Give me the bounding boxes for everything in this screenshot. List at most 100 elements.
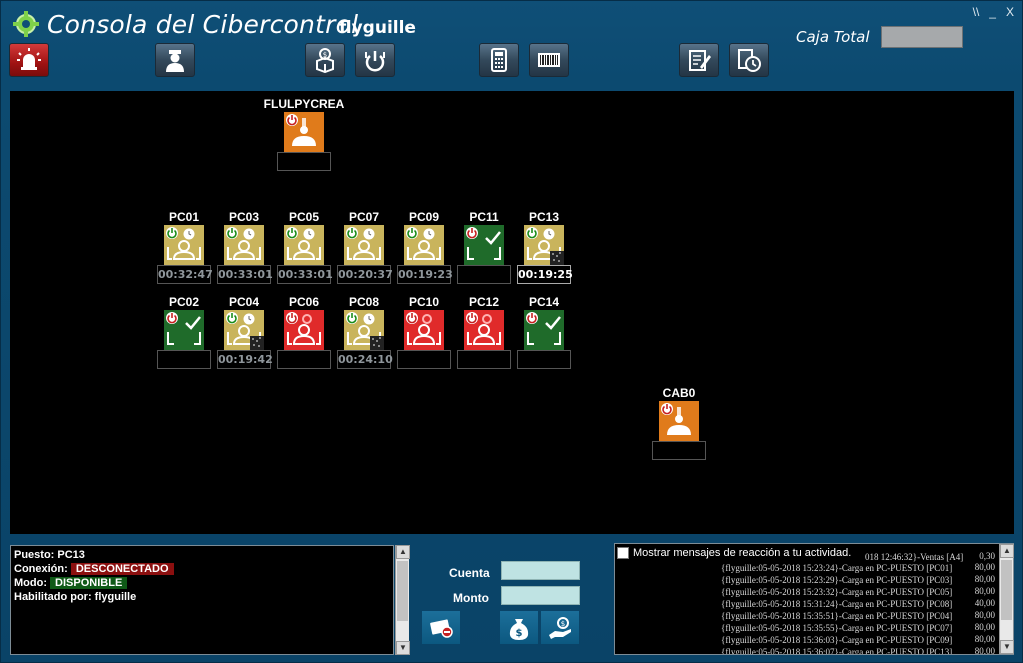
log-entry-text: {flyguille:05-05-2018 15:35:51}-Carga en…	[721, 611, 953, 621]
station-pc12[interactable]: PC12	[454, 295, 514, 369]
alarm-button[interactable]	[9, 43, 49, 77]
station-name: PC06	[288, 295, 320, 309]
svg-text:$: $	[561, 620, 565, 628]
scroll-up-arrow-icon[interactable]: ▲	[1000, 544, 1014, 558]
station-status-icon[interactable]	[524, 310, 564, 350]
station-status-icon[interactable]	[659, 401, 699, 441]
pay-button[interactable]: $	[541, 611, 579, 644]
modo-badge: DISPONIBLE	[50, 577, 128, 589]
caja-total-label: Caja Total	[796, 28, 870, 46]
minimize-button[interactable]: _	[989, 5, 996, 19]
cuenta-input[interactable]	[501, 561, 580, 580]
scroll-up-arrow-icon[interactable]: ▲	[396, 545, 410, 559]
log-entry-amount: 40,00	[974, 598, 995, 608]
station-status-icon[interactable]	[224, 310, 264, 350]
habilitado-label: Habilitado por:	[14, 591, 92, 603]
logged-user: flyguille	[339, 18, 416, 38]
station-timer: 00:20:37	[337, 265, 393, 284]
history-button[interactable]	[729, 43, 769, 77]
station-status-icon[interactable]	[284, 225, 324, 265]
log-entry-text: {flyguille:05-05-2018 15:23:24}-Carga en…	[721, 563, 953, 573]
station-name: PC14	[528, 295, 560, 309]
station-timer: 00:33:01	[277, 265, 333, 284]
station-pc10[interactable]: PC10	[394, 295, 454, 369]
station-name: PC03	[228, 210, 260, 224]
cancel-payment-button[interactable]	[422, 611, 460, 644]
close-button[interactable]: X	[1006, 5, 1014, 19]
log-entry-amount: 80,00	[974, 622, 995, 632]
station-status-icon[interactable]	[464, 310, 504, 350]
station-pc02[interactable]: PC02	[154, 295, 214, 369]
station-status-icon[interactable]	[344, 310, 384, 350]
restore-button[interactable]: \\	[973, 5, 980, 19]
station-pc11[interactable]: PC11	[454, 210, 514, 284]
station-timer	[457, 265, 511, 284]
station-name: PC01	[168, 210, 200, 224]
show-reactions-label[interactable]: Mostrar mensajes de reacción a tu activi…	[633, 547, 852, 559]
log-entry: {flyguille:05-05-2018 15:23:29}-Carga en…	[721, 574, 997, 586]
scroll-down-arrow-icon[interactable]: ▼	[1000, 640, 1014, 654]
notes-button[interactable]	[679, 43, 719, 77]
station-status-icon[interactable]	[524, 225, 564, 265]
barcode-button[interactable]	[529, 43, 569, 77]
log-entry: {flyguille:05-05-2018 15:23:32}-Carga en…	[721, 586, 997, 598]
station-pc03[interactable]: PC03 00:33:01	[214, 210, 274, 284]
station-pc01[interactable]: PC01 00:32:47	[154, 210, 214, 284]
info-scrollbar[interactable]: ▲ ▼	[395, 545, 410, 655]
cuenta-label: Cuenta	[449, 566, 490, 580]
operator-button[interactable]	[155, 43, 195, 77]
station-timer	[277, 152, 331, 171]
station-status-icon[interactable]	[224, 225, 264, 265]
station-name: PC07	[348, 210, 380, 224]
conexion-row: Conexión: DESCONECTADO	[14, 562, 390, 576]
calculator-button[interactable]	[479, 43, 519, 77]
station-timer	[397, 350, 451, 369]
station-pc14[interactable]: PC14	[514, 295, 574, 369]
station-pc13[interactable]: PC13 00:19:25	[514, 210, 574, 284]
station-timer: 00:19:42	[217, 350, 273, 369]
station-flulpycrea[interactable]: FLULPYCREA	[259, 97, 349, 171]
station-status-icon[interactable]	[344, 225, 384, 265]
barcode-icon	[538, 53, 560, 67]
station-cab0[interactable]: CAB0	[649, 386, 709, 460]
charge-button[interactable]: $	[500, 611, 538, 644]
card-cancel-icon	[430, 618, 453, 638]
station-pc06[interactable]: PC06	[274, 295, 334, 369]
station-timer	[157, 350, 211, 369]
station-name: CAB0	[662, 386, 696, 400]
monto-input[interactable]	[501, 586, 580, 605]
scroll-thumb[interactable]	[1001, 560, 1012, 620]
scroll-thumb[interactable]	[397, 561, 408, 621]
modo-row: Modo: DISPONIBLE	[14, 576, 390, 590]
habilitado-row: Habilitado por: flyguille	[14, 590, 390, 604]
log-scrollbar[interactable]: ▲ ▼	[999, 544, 1014, 654]
station-status-icon[interactable]	[464, 225, 504, 265]
power-all-button[interactable]	[355, 43, 395, 77]
station-pc04[interactable]: PC04 00:19:42	[214, 295, 274, 369]
modo-label: Modo:	[14, 577, 47, 589]
station-status-icon[interactable]	[404, 225, 444, 265]
log-entry: {flyguille:05-05-2018 15:31:24}-Carga en…	[721, 598, 997, 610]
station-pc09[interactable]: PC09 00:19:23	[394, 210, 454, 284]
station-name: PC02	[168, 295, 200, 309]
station-status-icon[interactable]	[284, 112, 324, 152]
station-name: PC10	[408, 295, 440, 309]
show-reactions-checkbox[interactable]	[617, 547, 629, 559]
clock-report-icon	[738, 49, 761, 72]
station-pc05[interactable]: PC05 00:33:01	[274, 210, 334, 284]
log-entry-amount: 80,00	[974, 586, 995, 596]
station-pc07[interactable]: PC07 00:20:37	[334, 210, 394, 284]
station-pc08[interactable]: PC08 00:24:10	[334, 295, 394, 369]
station-status-icon[interactable]	[164, 225, 204, 265]
station-status-icon[interactable]	[284, 310, 324, 350]
scroll-down-arrow-icon[interactable]: ▼	[396, 641, 410, 655]
log-entry-text: 018 12:46:32}-Ventas [A4]	[865, 552, 964, 562]
station-timer: 00:33:01	[217, 265, 273, 284]
station-name: FLULPYCREA	[263, 97, 345, 111]
conexion-badge: DESCONECTADO	[70, 563, 174, 575]
station-status-icon[interactable]	[404, 310, 444, 350]
station-name: PC11	[469, 210, 499, 224]
station-status-icon[interactable]	[164, 310, 204, 350]
sell-products-button[interactable]: $	[305, 43, 345, 77]
activity-log: 018 12:46:32}-Ventas [A4] 0,30 {flyguille:…	[614, 543, 1014, 655]
